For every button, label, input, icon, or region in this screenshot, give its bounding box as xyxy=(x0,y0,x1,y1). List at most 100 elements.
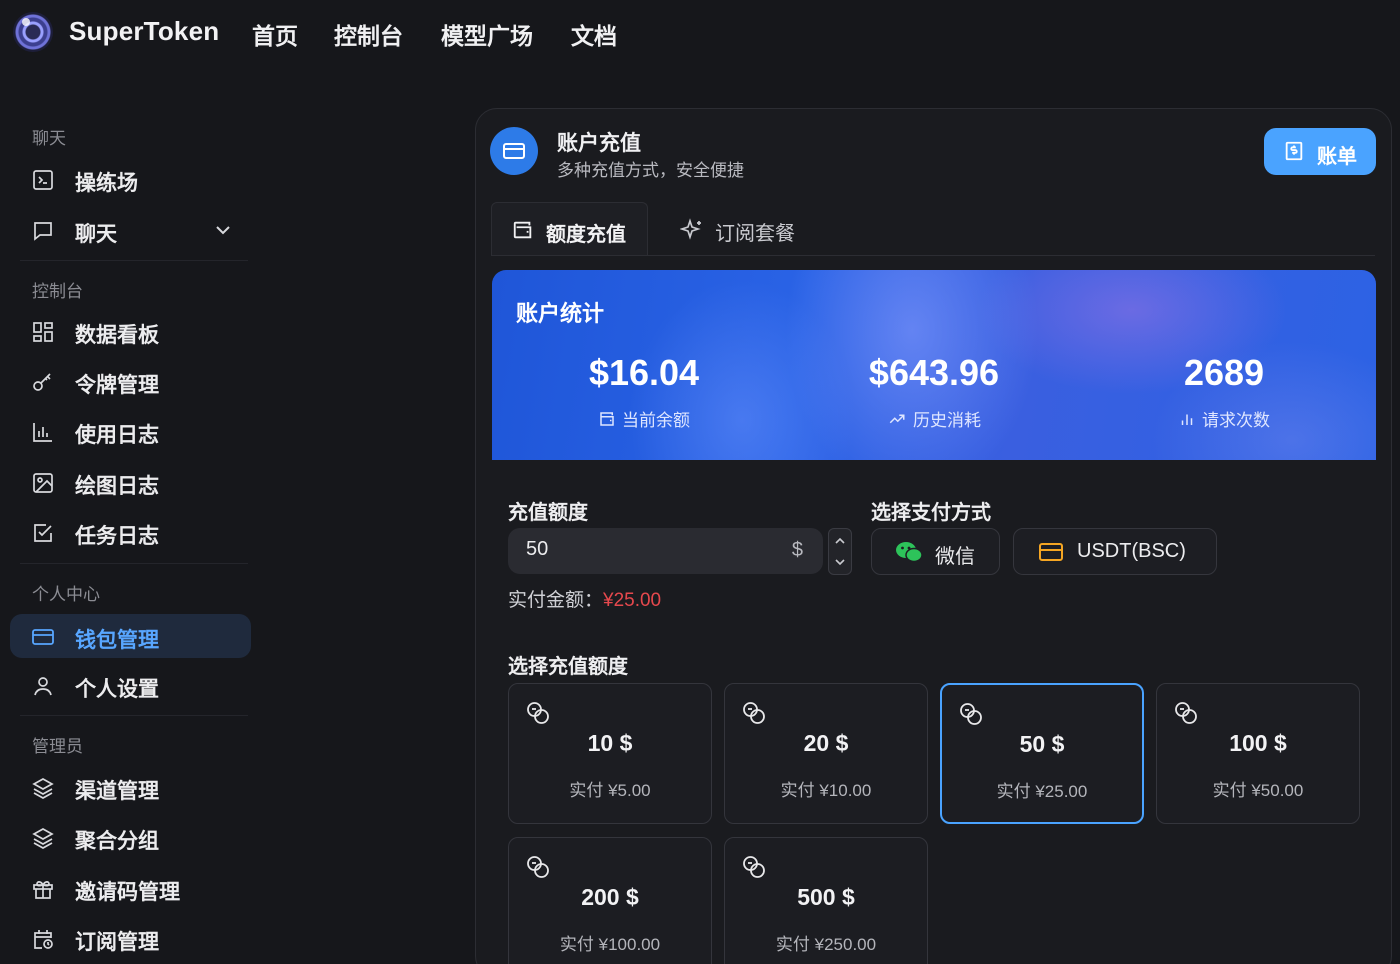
dashboard-icon xyxy=(33,322,53,342)
sidebar-item-groups[interactable]: 聚合分组 xyxy=(10,815,251,859)
coins-icon xyxy=(527,856,549,878)
sidebar-section-chat: 聊天 xyxy=(32,129,66,148)
pay-usdt-button[interactable]: USDT(BSC) xyxy=(1013,528,1217,575)
preset-value: 10 $ xyxy=(587,730,633,756)
preset-paid: 实付 ¥5.00 xyxy=(569,781,651,800)
sidebar-item-label: 邀请码管理 xyxy=(75,881,180,904)
checkbox-icon xyxy=(34,524,52,542)
page-subtitle: 多种充值方式，安全便捷 xyxy=(557,161,744,180)
preset-paid: 实付 ¥50.00 xyxy=(1212,781,1304,800)
sidebar-item-label: 数据看板 xyxy=(75,324,159,347)
amount-stepper[interactable] xyxy=(828,528,852,575)
tab-quota-recharge[interactable]: 额度充值 xyxy=(491,202,648,256)
wechat-icon xyxy=(896,542,923,563)
sidebar-item-drawing-log[interactable]: 绘图日志 xyxy=(10,460,251,504)
sidebar-item-subscriptions[interactable]: 订阅管理 xyxy=(10,916,251,960)
preset-card-20[interactable]: 20 $ 实付 ¥10.00 xyxy=(724,683,928,824)
layers-icon xyxy=(32,778,54,799)
preset-card-10[interactable]: 10 $ 实付 ¥5.00 xyxy=(508,683,712,824)
coins-icon xyxy=(743,702,765,724)
bill-button-label: 账单 xyxy=(1317,146,1357,168)
currency-suffix: $ xyxy=(791,539,803,561)
stats-title: 账户统计 xyxy=(516,301,605,326)
preset-card-200[interactable]: 200 $ 实付 ¥100.00 xyxy=(508,837,712,964)
paid-amount: 实付金额：¥25.00 xyxy=(508,585,661,612)
stat-consumption: $643.96 历史消耗 xyxy=(804,352,1064,431)
sidebar-divider xyxy=(20,563,248,564)
sidebar-section-console: 控制台 xyxy=(32,282,83,301)
sidebar-item-label: 钱包管理 xyxy=(75,629,159,652)
preset-paid: 实付 ¥250.00 xyxy=(775,935,877,954)
preset-card-100[interactable]: 100 $ 实付 ¥50.00 xyxy=(1156,683,1360,824)
sidebar-item-channels[interactable]: 渠道管理 xyxy=(10,765,251,809)
tabs-divider xyxy=(491,255,1375,256)
sidebar-item-label: 渠道管理 xyxy=(75,780,159,803)
pay-wechat-button[interactable]: 微信 xyxy=(871,528,1000,575)
stat-value: $643.96 xyxy=(868,352,1000,393)
bar-chart-icon xyxy=(1181,414,1193,425)
coins-icon xyxy=(960,703,982,725)
amount-input[interactable] xyxy=(526,538,766,561)
sidebar-item-label: 使用日志 xyxy=(75,424,159,447)
wallet-icon xyxy=(600,411,614,426)
layers-icon xyxy=(32,828,54,849)
sparkles-icon xyxy=(680,218,701,240)
paid-label: 实付金额： xyxy=(508,590,604,611)
terminal-icon xyxy=(33,170,53,190)
chevron-down-icon[interactable] xyxy=(213,220,233,240)
sidebar-item-label: 绘图日志 xyxy=(75,475,159,498)
sidebar-divider xyxy=(20,260,248,261)
stat-requests: 2689 请求次数 xyxy=(1094,352,1354,431)
preset-card-50[interactable]: 50 $ 实付 ¥25.00 xyxy=(940,683,1144,824)
receipt-icon xyxy=(1285,141,1303,161)
stat-label: 请求次数 xyxy=(1202,411,1270,430)
brand-name[interactable]: SuperToken xyxy=(69,16,219,47)
preset-paid: 实付 ¥10.00 xyxy=(780,781,872,800)
tab-subscription[interactable]: 订阅套餐 xyxy=(676,202,816,256)
sidebar-item-dashboard[interactable]: 数据看板 xyxy=(10,309,251,353)
sidebar-item-label: 聊天 xyxy=(75,223,117,246)
stat-value: 2689 xyxy=(1183,352,1265,393)
chevron-up-icon[interactable] xyxy=(834,535,846,547)
nav-docs[interactable]: 文档 xyxy=(571,17,617,51)
card-icon xyxy=(490,127,538,175)
card-icon xyxy=(1039,543,1063,561)
pay-method-label: 微信 xyxy=(935,546,975,568)
amount-label: 充值额度 xyxy=(508,502,588,524)
sidebar-item-tokens[interactable]: 令牌管理 xyxy=(10,359,251,403)
stat-label: 历史消耗 xyxy=(913,411,981,430)
paid-value: ¥25.00 xyxy=(603,590,662,611)
stat-value: $16.04 xyxy=(588,352,700,393)
sidebar-item-playground[interactable]: 操练场 xyxy=(10,157,251,201)
sidebar-item-invite-codes[interactable]: 邀请码管理 xyxy=(10,866,251,910)
preset-value: 50 $ xyxy=(1019,731,1065,757)
nav-model-square[interactable]: 模型广场 xyxy=(441,17,533,51)
sidebar-section-admin: 管理员 xyxy=(32,737,83,756)
sidebar-item-task-log[interactable]: 任务日志 xyxy=(10,510,251,554)
preset-value: 200 $ xyxy=(581,884,639,910)
image-icon xyxy=(33,473,53,493)
sidebar-item-wallet[interactable]: 钱包管理 xyxy=(10,614,251,658)
sidebar: 聊天 操练场 聊天 控制台 数据看板 令牌管理 使用日志 绘图日志 任务日志 个… xyxy=(0,100,262,964)
amount-field[interactable]: $ xyxy=(508,528,823,574)
key-icon xyxy=(33,373,51,391)
tab-label: 订阅套餐 xyxy=(715,223,795,245)
preset-value: 500 $ xyxy=(797,884,855,910)
logo-icon[interactable] xyxy=(13,12,53,52)
chevron-down-icon[interactable] xyxy=(834,556,846,568)
sidebar-item-chat[interactable]: 聊天 xyxy=(10,208,251,252)
sidebar-item-settings[interactable]: 个人设置 xyxy=(10,663,251,707)
wallet-card-icon xyxy=(32,629,54,645)
preset-card-500[interactable]: 500 $ 实付 ¥250.00 xyxy=(724,837,928,964)
pay-method-label: USDT(BSC) xyxy=(1077,540,1186,562)
sidebar-item-usage-log[interactable]: 使用日志 xyxy=(10,409,251,453)
calendar-clock-icon xyxy=(34,930,53,949)
nav-console[interactable]: 控制台 xyxy=(334,17,403,51)
nav-home[interactable]: 首页 xyxy=(252,17,298,51)
sidebar-item-label: 订阅管理 xyxy=(75,931,159,954)
user-icon xyxy=(34,677,52,696)
preset-paid: 实付 ¥25.00 xyxy=(996,782,1088,801)
tab-label: 额度充值 xyxy=(546,224,626,246)
stat-label: 当前余额 xyxy=(622,411,690,430)
bill-button[interactable]: 账单 xyxy=(1264,128,1376,175)
